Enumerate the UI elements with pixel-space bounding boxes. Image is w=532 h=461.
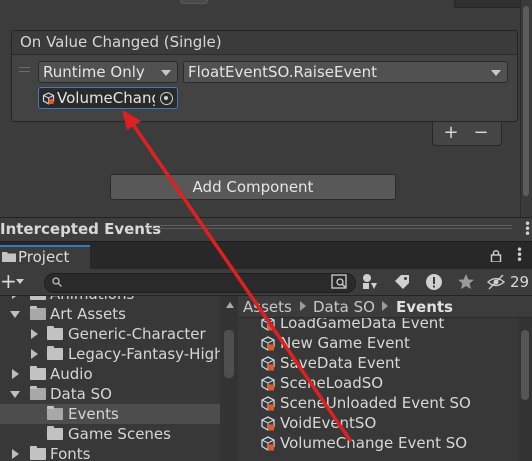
collapse-arrow-icon[interactable] bbox=[10, 391, 20, 398]
tree-item-events[interactable]: Events bbox=[0, 404, 220, 424]
expand-arrow-icon[interactable] bbox=[31, 349, 38, 359]
asset-item-label: New Game Event bbox=[280, 334, 410, 352]
previous-field-button[interactable] bbox=[180, 0, 208, 4]
inspector-scrollbar-thumb[interactable] bbox=[523, 6, 529, 196]
tree-item-data-so[interactable]: Data SO bbox=[0, 384, 220, 404]
asset-item-label: VolumeChange Event SO bbox=[280, 434, 468, 452]
asset-item-label: SceneUnloaded Event SO bbox=[280, 394, 471, 412]
expand-arrow-icon[interactable] bbox=[31, 329, 38, 339]
folder-icon bbox=[2, 252, 16, 262]
remove-listener-button[interactable]: − bbox=[468, 122, 494, 144]
asset-item-label: SceneLoadSO bbox=[280, 374, 384, 392]
project-tab-label: Project bbox=[18, 248, 70, 266]
expand-arrow-icon[interactable] bbox=[12, 296, 19, 299]
asset-item-label: VoidEventSO bbox=[280, 414, 377, 432]
target-object-field[interactable]: VolumeChang bbox=[38, 87, 178, 109]
tree-item-label: Generic-Character bbox=[68, 325, 206, 343]
tree-item-label: Audio bbox=[50, 365, 93, 383]
scriptable-object-icon bbox=[261, 396, 275, 411]
dropdown-arrow-icon bbox=[161, 70, 171, 76]
folder-icon bbox=[47, 346, 63, 360]
warning-icon[interactable] bbox=[424, 272, 444, 292]
object-picker-icon[interactable] bbox=[160, 92, 173, 105]
tree-item-label: Fonts bbox=[50, 445, 91, 461]
runtime-mode-dropdown[interactable]: Runtime Only bbox=[38, 61, 178, 83]
dropdown-arrow-icon bbox=[491, 70, 501, 76]
intercepted-events-title: Intercepted Events bbox=[0, 220, 162, 238]
asset-list-scrollbar-thumb[interactable] bbox=[521, 330, 529, 400]
scriptable-object-icon bbox=[261, 416, 275, 431]
asset-item-label: SaveData Event bbox=[280, 354, 401, 372]
unity-event-title: On Value Changed (Single) bbox=[20, 33, 222, 51]
window-menu-icon[interactable]: • • • bbox=[516, 244, 523, 266]
function-dropdown[interactable]: FloatEventSO.RaiseEvent bbox=[183, 61, 508, 83]
runtime-mode-value: Runtime Only bbox=[43, 63, 145, 81]
search-icon bbox=[52, 277, 62, 287]
drag-handle-icon[interactable] bbox=[19, 67, 30, 77]
tree-item-audio[interactable]: Audio bbox=[0, 364, 220, 384]
breadcrumb-assets[interactable]: Assets bbox=[243, 297, 292, 317]
expand-arrow-icon[interactable] bbox=[12, 369, 19, 379]
previous-field-box[interactable] bbox=[454, 0, 524, 8]
function-value: FloatEventSO.RaiseEvent bbox=[188, 63, 377, 81]
asset-list: LoadGameData Event New Game Event SaveDa… bbox=[238, 318, 518, 461]
search-by-label-icon[interactable] bbox=[360, 272, 380, 292]
open-folder-icon bbox=[47, 406, 63, 420]
expand-arrow-icon[interactable] bbox=[12, 449, 19, 459]
breadcrumb-separator-icon bbox=[300, 301, 306, 311]
breadcrumb-separator-icon bbox=[382, 301, 388, 311]
open-folder-icon bbox=[30, 306, 46, 320]
add-component-button[interactable]: Add Component bbox=[110, 174, 396, 200]
scriptable-object-icon bbox=[42, 92, 55, 105]
tree-scrollbar-thumb[interactable] bbox=[224, 330, 234, 378]
favorite-star-icon[interactable] bbox=[456, 272, 476, 292]
folder-icon bbox=[30, 296, 46, 300]
tree-item-legacy-fantasy[interactable]: Legacy-Fantasy-High bbox=[0, 344, 220, 364]
lock-icon[interactable] bbox=[490, 250, 502, 262]
project-search-input[interactable] bbox=[44, 273, 356, 293]
tree-item-generic-character[interactable]: Generic-Character bbox=[0, 324, 220, 344]
open-folder-icon bbox=[30, 386, 46, 400]
add-listener-button[interactable]: + bbox=[438, 122, 464, 144]
inspector-top-strip bbox=[0, 0, 532, 6]
tree-item-art-assets[interactable]: Art Assets bbox=[0, 304, 220, 324]
folder-icon bbox=[30, 366, 46, 380]
folder-icon bbox=[47, 426, 63, 440]
tree-item-label: Legacy-Fantasy-High bbox=[68, 345, 220, 363]
asset-item-label: LoadGameData Event bbox=[280, 318, 445, 332]
scroll-up-arrow-icon[interactable] bbox=[226, 302, 234, 308]
scriptable-object-icon bbox=[261, 318, 275, 331]
tree-item-label: Data SO bbox=[50, 385, 112, 403]
section-groove bbox=[148, 225, 512, 231]
create-dropdown-arrow-icon[interactable] bbox=[16, 279, 24, 284]
tree-item-label: Art Assets bbox=[50, 305, 126, 323]
create-asset-button[interactable]: + bbox=[0, 270, 17, 292]
tree-item-fonts[interactable]: Fonts bbox=[0, 444, 220, 461]
scriptable-object-icon bbox=[261, 376, 275, 391]
label-tag-icon[interactable] bbox=[392, 272, 412, 292]
breadcrumb-events[interactable]: Events bbox=[396, 297, 453, 317]
tree-item-label: Events bbox=[68, 405, 119, 423]
target-object-name: VolumeChang bbox=[57, 89, 155, 107]
hidden-packages-icon[interactable] bbox=[486, 272, 506, 292]
folder-tree: Animations Art Assets Generic-Character … bbox=[0, 296, 220, 461]
tree-item-game-scenes[interactable]: Game Scenes bbox=[0, 424, 220, 444]
folder-icon bbox=[47, 326, 63, 340]
scriptable-object-icon bbox=[261, 436, 275, 451]
tree-item-label: Game Scenes bbox=[68, 425, 171, 443]
tree-scrollbar[interactable] bbox=[220, 296, 238, 461]
tree-item-label: Animations bbox=[50, 296, 134, 304]
scriptable-object-icon bbox=[261, 356, 275, 371]
breadcrumb-data-so[interactable]: Data SO bbox=[313, 297, 375, 317]
component-menu-icon[interactable]: • • • bbox=[524, 218, 531, 240]
scriptable-object-icon bbox=[261, 336, 275, 351]
collapse-arrow-icon[interactable] bbox=[10, 311, 20, 318]
folder-icon bbox=[30, 446, 46, 460]
hidden-packages-count: 29 bbox=[510, 273, 530, 291]
tree-item-animations[interactable]: Animations bbox=[0, 296, 220, 304]
search-by-type-icon[interactable] bbox=[330, 272, 350, 292]
